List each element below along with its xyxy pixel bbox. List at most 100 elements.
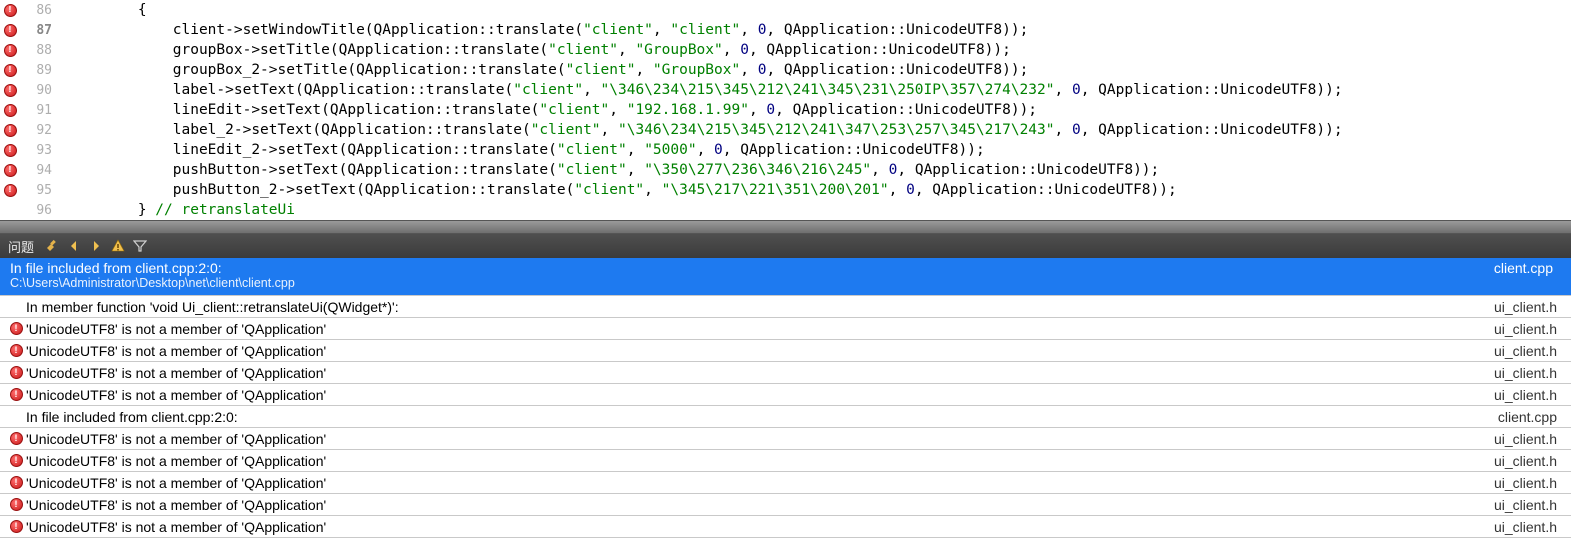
code-line[interactable]: !88 groupBox->setTitle(QApplication::tra… [0,40,1571,60]
error-marker-column: ! [0,144,20,157]
error-marker-column: ! [0,124,20,137]
arrow-left-icon[interactable] [66,238,82,254]
code-text[interactable]: label_2->setText(QApplication::translate… [68,122,1571,138]
code-line[interactable]: !91 lineEdit->setText(QApplication::tran… [0,100,1571,120]
problem-message: 'UnicodeUTF8' is not a member of 'QAppli… [26,453,1494,469]
problem-icon-slot: ! [6,322,26,335]
line-number: 87 [20,23,58,38]
line-number: 88 [20,43,58,58]
error-marker-column: ! [0,184,20,197]
code-line[interactable]: 96 } // retranslateUi [0,200,1571,220]
code-text[interactable]: groupBox->setTitle(QApplication::transla… [68,42,1571,58]
hammer-icon[interactable] [44,238,60,254]
code-text[interactable]: pushButton->setText(QApplication::transl… [68,162,1571,178]
filter-icon[interactable] [132,238,148,254]
problem-row[interactable]: !'UnicodeUTF8' is not a member of 'QAppl… [0,472,1571,494]
error-icon: ! [4,84,17,97]
code-text[interactable]: client->setWindowTitle(QApplication::tra… [68,22,1571,38]
line-number: 86 [20,3,58,18]
code-editor[interactable]: !86 {!87 client->setWindowTitle(QApplica… [0,0,1571,220]
line-number: 94 [20,163,58,178]
problem-icon-slot: ! [6,366,26,379]
problems-list[interactable]: In file included from client.cpp:2:0:cli… [0,258,1571,546]
code-text[interactable]: groupBox_2->setTitle(QApplication::trans… [68,62,1571,78]
line-number: 89 [20,63,58,78]
error-icon: ! [4,144,17,157]
code-line[interactable]: !93 lineEdit_2->setText(QApplication::tr… [0,140,1571,160]
error-marker-column: ! [0,164,20,177]
error-icon: ! [10,344,23,357]
error-icon: ! [4,164,17,177]
problem-file: ui_client.h [1494,453,1565,469]
code-line[interactable]: !95 pushButton_2->setText(QApplication::… [0,180,1571,200]
error-marker-column: ! [0,4,20,17]
code-text[interactable]: pushButton_2->setText(QApplication::tran… [68,182,1571,198]
code-text[interactable]: lineEdit->setText(QApplication::translat… [68,102,1571,118]
code-text[interactable]: { [68,2,1571,18]
code-line[interactable]: !89 groupBox_2->setTitle(QApplication::t… [0,60,1571,80]
arrow-right-icon[interactable] [88,238,104,254]
code-line[interactable]: !86 { [0,0,1571,20]
code-line[interactable]: !87 client->setWindowTitle(QApplication:… [0,20,1571,40]
gutter: !93 [0,143,68,158]
error-marker-column: ! [0,104,20,117]
error-marker-column: ! [0,64,20,77]
problem-message: 'UnicodeUTF8' is not a member of 'QAppli… [26,343,1494,359]
problem-row[interactable]: !'UnicodeUTF8' is not a member of 'QAppl… [0,318,1571,340]
code-line[interactable]: !92 label_2->setText(QApplication::trans… [0,120,1571,140]
gutter: !89 [0,63,68,78]
code-text[interactable]: lineEdit_2->setText(QApplication::transl… [68,142,1571,158]
problem-message: In file included from client.cpp:2:0: [26,409,1498,425]
problem-file: ui_client.h [1494,519,1565,535]
error-icon: ! [10,498,23,511]
problem-file: client.cpp [1494,260,1561,276]
problem-icon-slot: ! [6,432,26,445]
problem-message: 'UnicodeUTF8' is not a member of 'QAppli… [26,519,1494,535]
code-line[interactable]: !94 pushButton->setText(QApplication::tr… [0,160,1571,180]
error-icon: ! [4,24,17,37]
problem-file: ui_client.h [1494,475,1565,491]
problem-file: ui_client.h [1494,431,1565,447]
warning-icon[interactable] [110,238,126,254]
problem-message: In file included from client.cpp:2:0: [10,260,1494,276]
problems-toolbar [44,238,148,254]
problem-row[interactable]: !'UnicodeUTF8' is not a member of 'QAppl… [0,494,1571,516]
problem-row[interactable]: !'UnicodeUTF8' is not a member of 'QAppl… [0,340,1571,362]
problem-row[interactable]: !'UnicodeUTF8' is not a member of 'QAppl… [0,450,1571,472]
pane-divider[interactable] [0,220,1571,234]
problem-message: 'UnicodeUTF8' is not a member of 'QAppli… [26,475,1494,491]
problem-row[interactable]: !'UnicodeUTF8' is not a member of 'QAppl… [0,384,1571,406]
error-icon: ! [4,44,17,57]
error-icon: ! [4,64,17,77]
error-icon: ! [10,432,23,445]
problem-row[interactable]: !'UnicodeUTF8' is not a member of 'QAppl… [0,516,1571,538]
line-number: 96 [20,203,58,218]
problem-row[interactable]: In file included from client.cpp:2:0:cli… [0,258,1571,296]
problem-row[interactable]: !'UnicodeUTF8' is not a member of 'QAppl… [0,428,1571,450]
code-text[interactable]: label->setText(QApplication::translate("… [68,82,1571,98]
problem-path: C:\Users\Administrator\Desktop\net\clien… [10,276,295,290]
problem-file: ui_client.h [1494,321,1565,337]
error-icon: ! [10,520,23,533]
problem-row[interactable]: !'UnicodeUTF8' is not a member of 'QAppl… [0,362,1571,384]
problem-message: 'UnicodeUTF8' is not a member of 'QAppli… [26,321,1494,337]
problem-icon-slot: ! [6,520,26,533]
problem-row[interactable]: In file included from client.cpp:2:0:cli… [0,406,1571,428]
problem-message: 'UnicodeUTF8' is not a member of 'QAppli… [26,497,1494,513]
problem-message: 'UnicodeUTF8' is not a member of 'QAppli… [26,365,1494,381]
problem-file: ui_client.h [1494,343,1565,359]
code-text[interactable]: } // retranslateUi [68,202,1571,218]
problem-row[interactable]: In member function 'void Ui_client::retr… [0,296,1571,318]
line-number: 93 [20,143,58,158]
problems-panel-title: 问题 [8,237,34,256]
problem-message: 'UnicodeUTF8' is not a member of 'QAppli… [26,431,1494,447]
problem-icon-slot: ! [6,344,26,357]
error-icon: ! [10,366,23,379]
error-icon: ! [10,388,23,401]
line-number: 90 [20,83,58,98]
code-line[interactable]: !90 label->setText(QApplication::transla… [0,80,1571,100]
problem-file: ui_client.h [1494,299,1565,315]
problem-icon-slot: ! [6,476,26,489]
gutter: !90 [0,83,68,98]
line-number: 95 [20,183,58,198]
